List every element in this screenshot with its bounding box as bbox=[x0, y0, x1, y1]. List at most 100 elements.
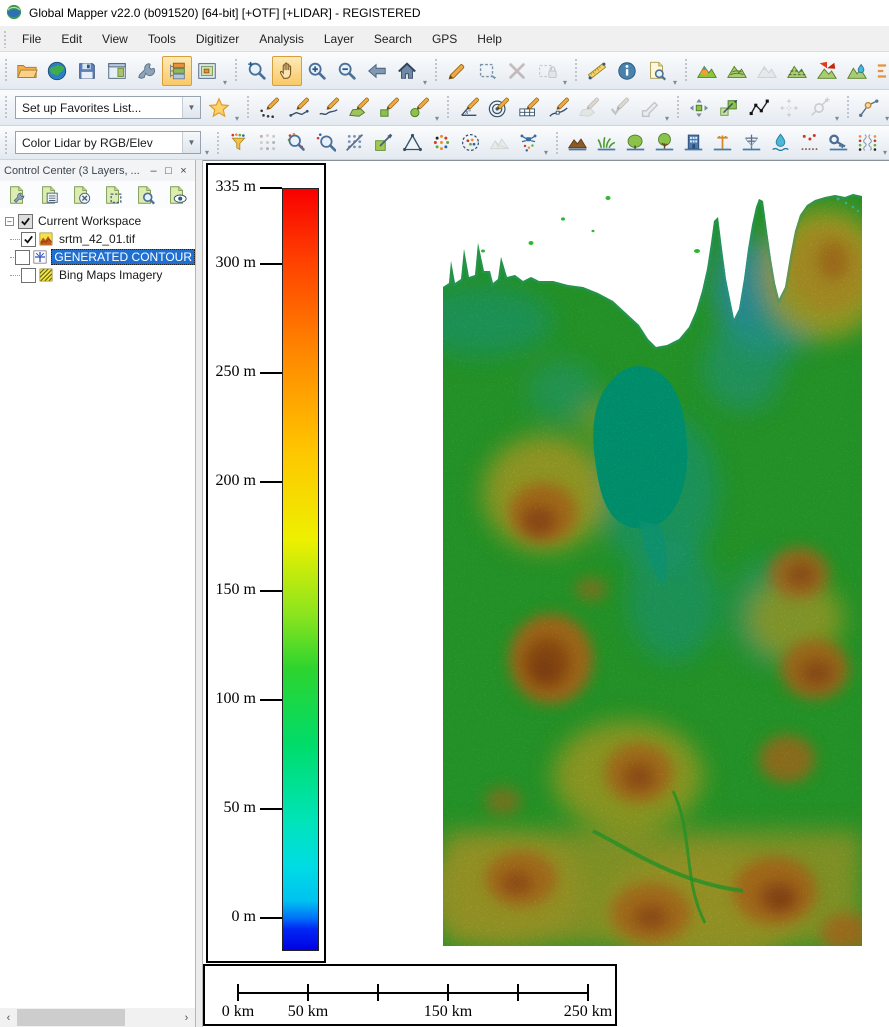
create-rectangle-button[interactable] bbox=[374, 93, 404, 123]
horizontal-scrollbar[interactable]: ‹ › bbox=[0, 1008, 195, 1027]
create-line-angle-button[interactable]: x° bbox=[454, 93, 484, 123]
lidar-color-mode-combobox[interactable]: Color Lidar by RGB/Elev▼ bbox=[15, 131, 201, 154]
toolbar-grip[interactable] bbox=[4, 95, 9, 120]
lidar-select-radius-button[interactable] bbox=[456, 129, 485, 156]
toolbar-overflow-icon[interactable]: ▾ bbox=[544, 149, 548, 157]
toolbar-grip[interactable] bbox=[446, 95, 451, 120]
layer-metadata-button[interactable] bbox=[35, 182, 63, 207]
toolbar-overflow-icon[interactable]: ▾ bbox=[563, 79, 567, 87]
classify-powerlines-button[interactable] bbox=[737, 129, 766, 156]
classify-buildings-button[interactable] bbox=[679, 129, 708, 156]
terrain-hydrology-button[interactable] bbox=[842, 56, 872, 86]
download-online-data-button[interactable] bbox=[42, 56, 72, 86]
select-features-button[interactable] bbox=[472, 56, 502, 86]
menu-item-digitizer[interactable]: Digitizer bbox=[186, 32, 249, 46]
scrollbar-thumb[interactable] bbox=[17, 1009, 125, 1026]
classify-water-button[interactable] bbox=[766, 129, 795, 156]
configuration-button[interactable] bbox=[132, 56, 162, 86]
toolbar-overflow-icon[interactable]: ▾ bbox=[885, 115, 889, 123]
classify-noise-button[interactable] bbox=[795, 129, 824, 156]
scale-feature-button[interactable] bbox=[714, 93, 744, 123]
toolbar-overflow-icon[interactable]: ▾ bbox=[223, 79, 227, 87]
lidar-apply-colors-button[interactable] bbox=[253, 129, 282, 156]
delete-selected-button[interactable] bbox=[502, 56, 532, 86]
toolbar-grip[interactable] bbox=[434, 58, 439, 84]
favorites-star-button[interactable] bbox=[204, 93, 234, 123]
layer-options-button[interactable] bbox=[3, 182, 31, 207]
save-workspace-button[interactable] bbox=[72, 56, 102, 86]
edit-vertices-button[interactable] bbox=[744, 93, 774, 123]
toolbar-grip[interactable] bbox=[555, 131, 560, 154]
viewshed-analysis-button[interactable] bbox=[812, 56, 842, 86]
previous-view-button[interactable] bbox=[362, 56, 392, 86]
create-range-rings-button[interactable] bbox=[484, 93, 514, 123]
chevron-down-icon[interactable]: ▼ bbox=[182, 97, 200, 118]
lidar-toggle-points-button[interactable] bbox=[340, 129, 369, 156]
verify-feature-button[interactable] bbox=[604, 93, 634, 123]
layer-checkbox[interactable] bbox=[15, 250, 30, 265]
open-file-button[interactable] bbox=[12, 56, 42, 86]
scrollbar-track[interactable] bbox=[17, 1008, 178, 1027]
menu-item-analysis[interactable]: Analysis bbox=[249, 32, 314, 46]
panel-splitter[interactable] bbox=[195, 160, 203, 1027]
move-feature-button[interactable] bbox=[684, 93, 714, 123]
control-center-button[interactable] bbox=[162, 56, 192, 86]
layer-tree-item-current-workspace[interactable]: –Current Workspace bbox=[0, 212, 195, 230]
lidar-zoom-points-button[interactable] bbox=[282, 129, 311, 156]
layer-tree-item-srtm-42-01-tif[interactable]: srtm_42_01.tif bbox=[0, 230, 195, 248]
toolbar-grip[interactable] bbox=[216, 131, 221, 154]
scroll-left-icon[interactable]: ‹ bbox=[0, 1008, 17, 1027]
compare-point-clouds-button[interactable] bbox=[853, 129, 882, 156]
favorites-list-combobox[interactable]: Set up Favorites List...▼ bbox=[15, 96, 201, 119]
zoom-to-layer-button[interactable] bbox=[131, 182, 159, 207]
lidar-create-tin-button[interactable] bbox=[398, 129, 427, 156]
map-view-button[interactable] bbox=[102, 56, 132, 86]
menu-item-search[interactable]: Search bbox=[364, 32, 422, 46]
lidar-classify-flags-button[interactable] bbox=[514, 129, 543, 156]
terrain-shader-button[interactable] bbox=[692, 56, 722, 86]
toolbar-overflow-icon[interactable]: ▾ bbox=[423, 79, 427, 87]
toolbar-overflow-icon[interactable]: ▾ bbox=[883, 149, 887, 157]
toolbar-overflow-icon[interactable]: ▾ bbox=[665, 115, 669, 123]
terrain-extra-button[interactable] bbox=[872, 56, 889, 86]
create-circle-button[interactable] bbox=[404, 93, 434, 123]
map-view[interactable] bbox=[443, 191, 862, 946]
generate-contours-button[interactable] bbox=[722, 56, 752, 86]
classify-low-vegetation-button[interactable] bbox=[592, 129, 621, 156]
chevron-down-icon[interactable]: ▼ bbox=[182, 132, 200, 153]
menu-item-file[interactable]: File bbox=[12, 32, 51, 46]
classify-poles-button[interactable] bbox=[708, 129, 737, 156]
terrain-painting-button[interactable] bbox=[752, 56, 782, 86]
move-selected-button[interactable] bbox=[774, 93, 804, 123]
zoom-out-button[interactable] bbox=[332, 56, 362, 86]
menu-item-edit[interactable]: Edit bbox=[51, 32, 92, 46]
layer-checkbox[interactable] bbox=[18, 214, 33, 229]
overview-map-button[interactable] bbox=[192, 56, 222, 86]
toolbar-grip[interactable] bbox=[234, 58, 239, 84]
toolbar-grip[interactable] bbox=[684, 58, 689, 84]
toolbar-overflow-icon[interactable]: ▾ bbox=[205, 149, 209, 157]
crop-layer-button[interactable] bbox=[99, 182, 127, 207]
scroll-right-icon[interactable]: › bbox=[178, 1008, 195, 1027]
measure-tool-button[interactable] bbox=[582, 56, 612, 86]
minimize-button[interactable]: – bbox=[146, 165, 161, 177]
toolbar-overflow-icon[interactable]: ▾ bbox=[435, 115, 439, 123]
toolbar-grip[interactable] bbox=[4, 131, 9, 154]
create-point-button[interactable] bbox=[254, 93, 284, 123]
close-button[interactable]: × bbox=[176, 165, 191, 177]
toolbar-grip[interactable] bbox=[846, 95, 851, 120]
menu-item-tools[interactable]: Tools bbox=[138, 32, 186, 46]
map-pane[interactable]: 335 m300 m250 m200 m150 m100 m50 m0 m bbox=[203, 160, 889, 1027]
lidar-auto-classify-button[interactable] bbox=[427, 129, 456, 156]
create-line-button[interactable] bbox=[284, 93, 314, 123]
hide-layer-button[interactable] bbox=[163, 182, 191, 207]
lidar-zoom-selected-button[interactable] bbox=[311, 129, 340, 156]
toolbar-overflow-icon[interactable]: ▾ bbox=[673, 79, 677, 87]
layer-checkbox[interactable] bbox=[21, 268, 36, 283]
zoom-tool-button[interactable] bbox=[242, 56, 272, 86]
lidar-grid-tin-button[interactable] bbox=[485, 129, 514, 156]
create-buffer-button[interactable] bbox=[574, 93, 604, 123]
toolbar-grip[interactable] bbox=[676, 95, 681, 120]
close-layer-button[interactable] bbox=[67, 182, 95, 207]
snap-vertex-button[interactable] bbox=[854, 93, 884, 123]
